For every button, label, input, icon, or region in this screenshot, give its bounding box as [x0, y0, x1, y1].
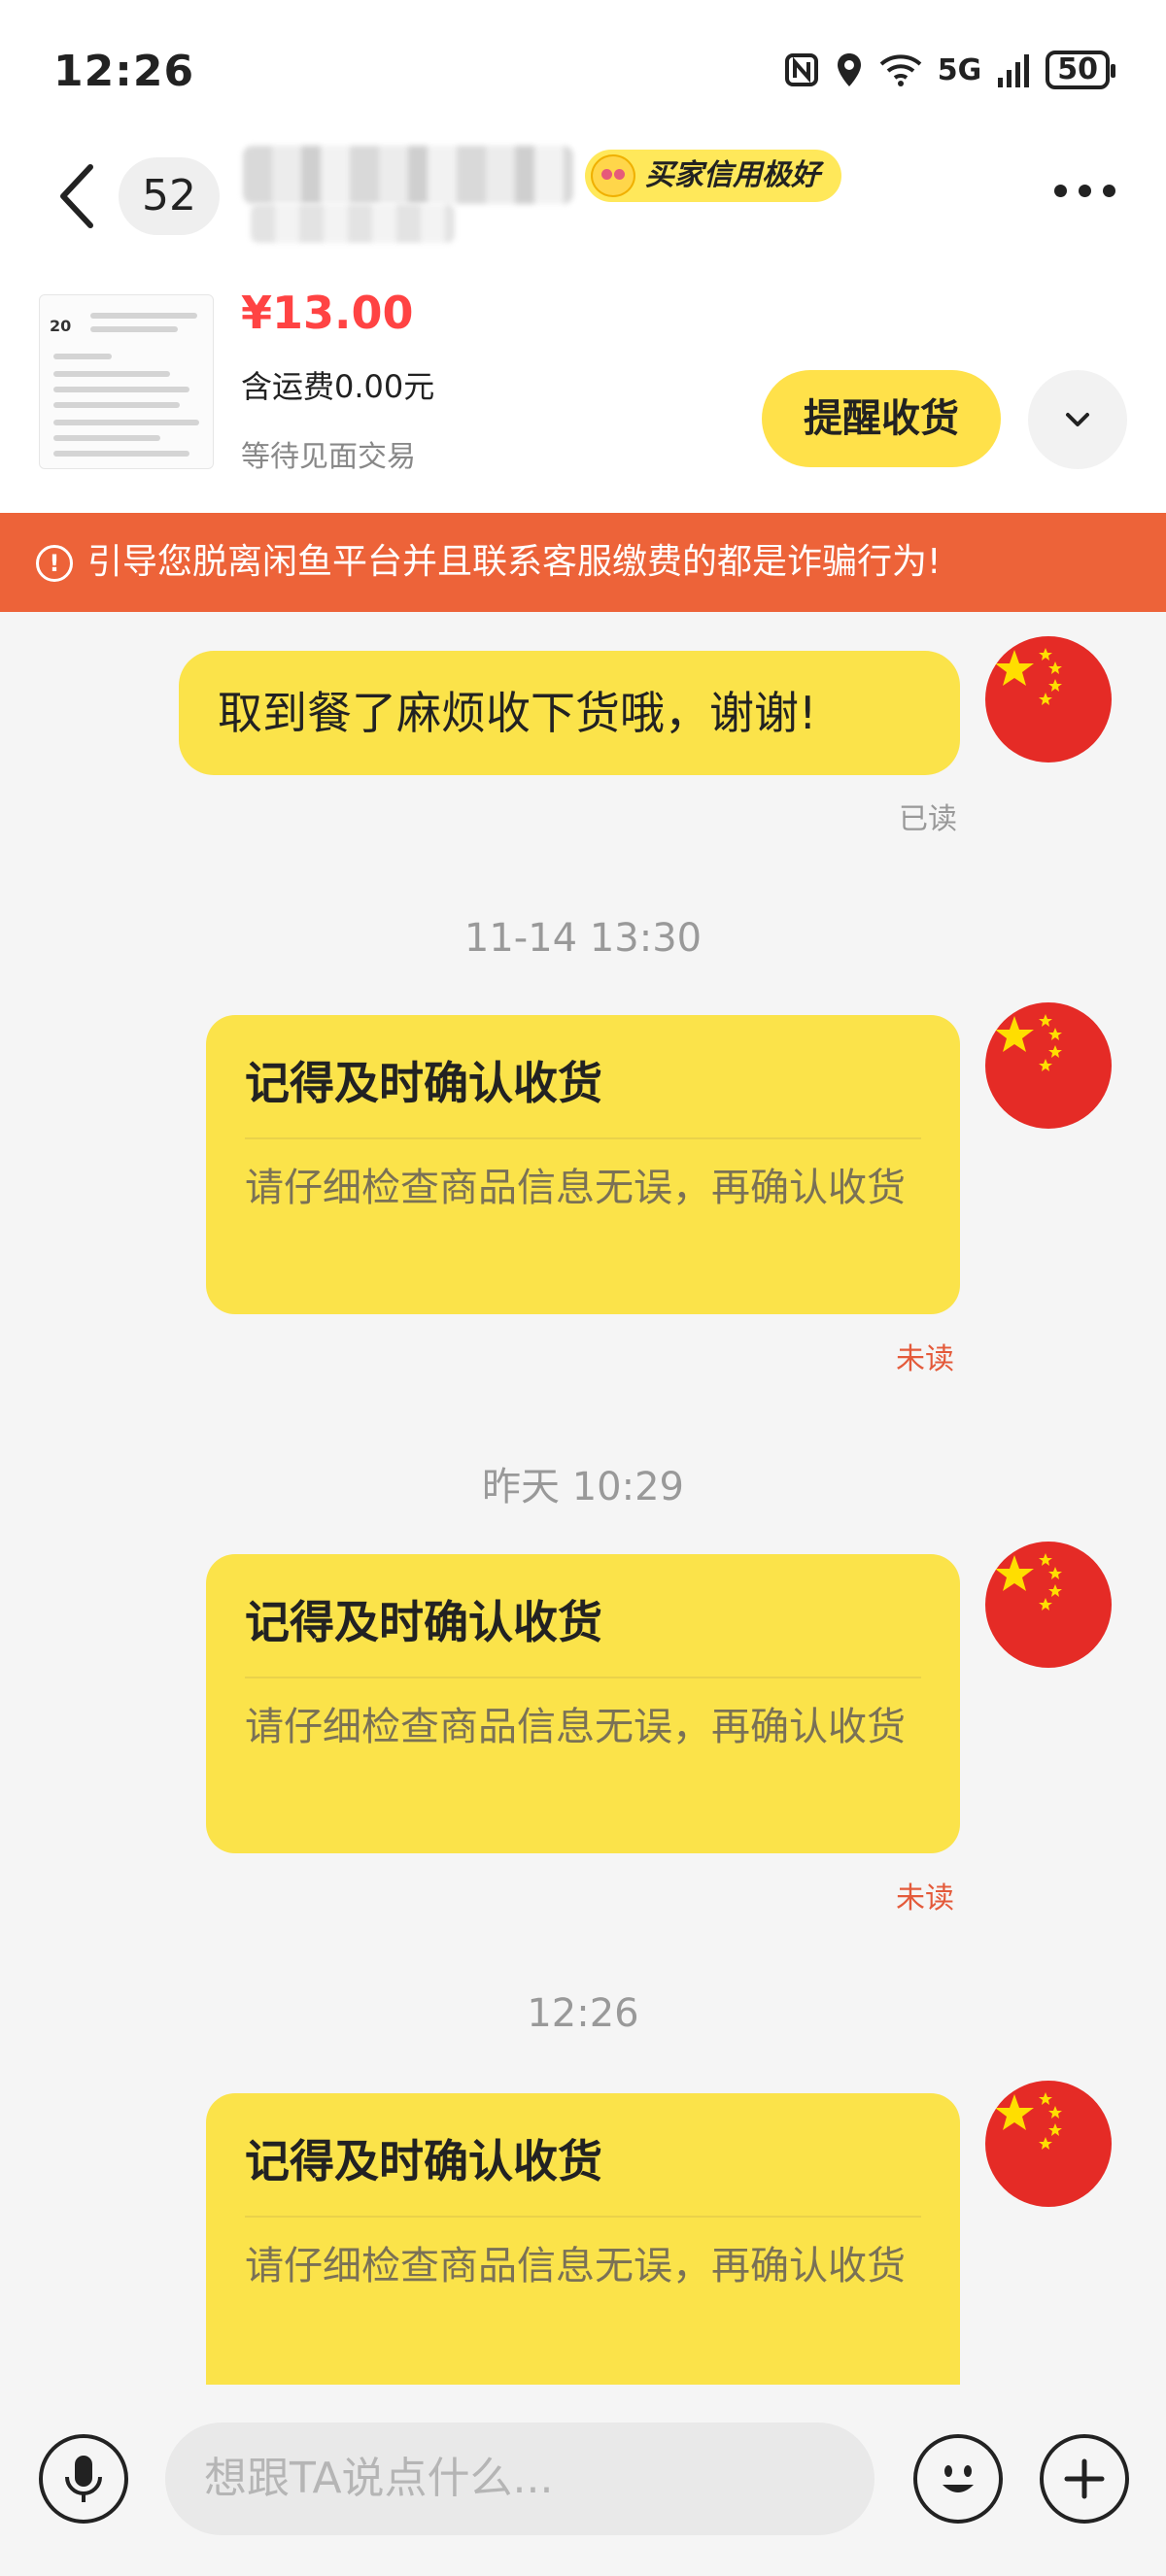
message-input[interactable]: 想跟TA说点什么...	[165, 2423, 874, 2535]
chat-header: 52 买家信用极好	[0, 146, 1166, 272]
contact-subtitle-blurred	[251, 204, 455, 243]
voice-button[interactable]	[39, 2434, 128, 2524]
plus-icon	[1064, 2458, 1105, 2499]
confirm-receipt-card[interactable]: 记得及时确认收货 请仔细检查商品信息无误，再确认收货	[206, 1015, 960, 1314]
network-label: 5G	[937, 52, 982, 87]
message-bubble[interactable]: 取到餐了麻烦收下货哦，谢谢!	[179, 651, 960, 775]
more-options-icon[interactable]	[1054, 185, 1115, 197]
product-summary: 20 ¥13.00 含运费0.00元 等待见面交易 提醒收货	[0, 287, 1166, 481]
unread-count-badge[interactable]: 52	[119, 157, 220, 235]
card-divider	[245, 1137, 921, 1139]
location-icon	[837, 53, 861, 86]
signal-icon	[998, 54, 1030, 87]
nfc-icon	[784, 53, 818, 86]
trade-status: 等待见面交易	[241, 440, 416, 474]
top-panel: 12:26 5G 50 52 买家信用极好 20 ¥13.00 含运费0.00元…	[0, 0, 1166, 513]
message-timestamp: 昨天 10:29	[482, 1465, 684, 1509]
status-bar: 12:26 5G 50	[0, 0, 1166, 146]
unread-status: 未读	[896, 1342, 954, 1376]
back-arrow-icon[interactable]	[53, 157, 102, 235]
read-status: 已读	[899, 802, 957, 836]
emoji-button[interactable]	[913, 2434, 1003, 2524]
unread-status: 未读	[896, 1881, 954, 1915]
warning-text: 引导您脱离闲鱼平台并且联系客服缴费的都是诈骗行为!	[87, 542, 942, 582]
smile-icon	[943, 2465, 974, 2492]
fraud-warning-banner: ! 引导您脱离闲鱼平台并且联系客服缴费的都是诈骗行为!	[0, 513, 1166, 612]
card-divider	[245, 1677, 921, 1678]
card-title: 记得及时确认收货	[245, 1596, 602, 1648]
message-timestamp: 12:26	[527, 1991, 639, 2036]
contact-name-blurred[interactable]	[243, 146, 573, 204]
smile-face-icon	[591, 154, 635, 197]
product-thumbnail[interactable]: 20	[39, 294, 214, 469]
user-avatar[interactable]	[985, 1542, 1112, 1668]
buyer-credit-badge[interactable]: 买家信用极好	[585, 150, 841, 202]
card-title: 记得及时确认收货	[245, 2135, 602, 2187]
china-flag-icon	[995, 2092, 1062, 2150]
thumbnail-number: 20	[50, 317, 72, 335]
china-flag-icon	[995, 1014, 1062, 1071]
battery-indicator: 50	[1046, 51, 1115, 89]
message-timestamp: 11-14 13:30	[463, 916, 703, 961]
status-time: 12:26	[53, 47, 195, 96]
status-icons: 5G 50	[784, 51, 1115, 89]
chevron-down-icon	[1066, 413, 1089, 426]
confirm-receipt-card[interactable]: 记得及时确认收货 请仔细检查商品信息无误，再确认收货	[206, 1554, 960, 1853]
user-avatar[interactable]	[985, 2081, 1112, 2207]
microphone-icon	[65, 2456, 102, 2502]
product-price: ¥13.00	[241, 287, 414, 339]
more-actions-button[interactable]	[1040, 2434, 1129, 2524]
chat-screen: 12:26 5G 50 52 买家信用极好 20 ¥13.00 含运费0.00元…	[0, 0, 1166, 2576]
shipping-fee: 含运费0.00元	[241, 368, 435, 405]
card-title: 记得及时确认收货	[245, 1057, 602, 1109]
remind-receive-button[interactable]: 提醒收货	[762, 370, 1001, 467]
expand-button[interactable]	[1028, 370, 1127, 469]
user-avatar[interactable]	[985, 1002, 1112, 1129]
card-body: 请仔细检查商品信息无误，再确认收货	[245, 1705, 906, 1749]
wifi-icon	[879, 54, 922, 86]
credit-badge-label: 买家信用极好	[645, 158, 820, 192]
card-body: 请仔细检查商品信息无误，再确认收货	[245, 1166, 906, 1210]
china-flag-icon	[995, 648, 1062, 705]
user-avatar[interactable]	[985, 636, 1112, 763]
card-body: 请仔细检查商品信息无误，再确认收货	[245, 2244, 906, 2288]
input-bar: 想跟TA说点什么...	[0, 2386, 1166, 2576]
card-divider	[245, 2216, 921, 2218]
confirm-receipt-card[interactable]: 记得及时确认收货 请仔细检查商品信息无误，再确认收货	[206, 2093, 960, 2385]
china-flag-icon	[995, 1553, 1062, 1610]
exclamation-icon: !	[36, 545, 73, 582]
